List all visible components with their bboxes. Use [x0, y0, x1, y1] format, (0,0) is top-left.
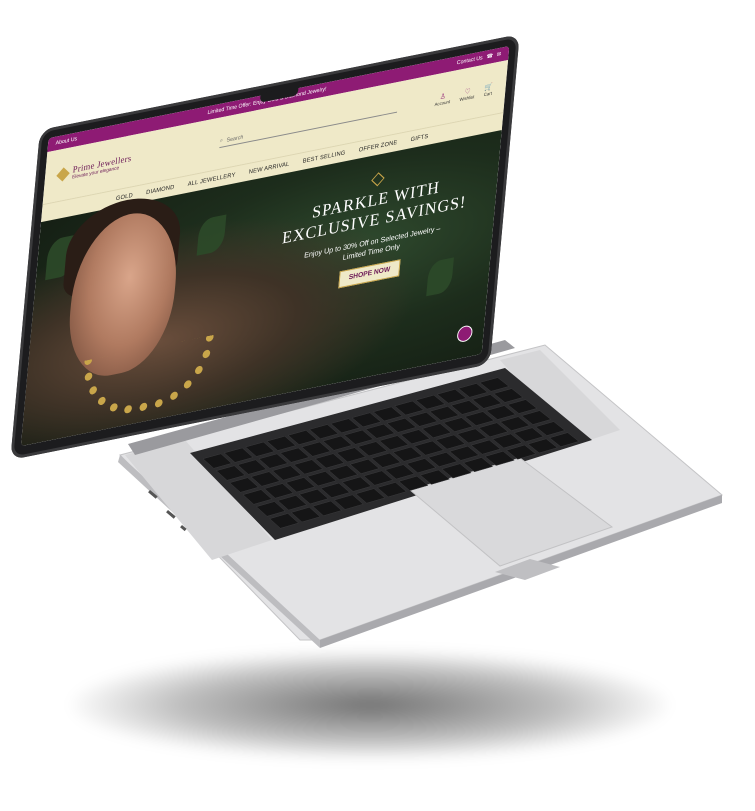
account-label: Account: [434, 98, 451, 107]
diamond-logo-icon: [56, 167, 70, 182]
nav-diamond[interactable]: DIAMOND: [146, 185, 175, 197]
wishlist-label: Wishlist: [459, 93, 475, 102]
search-placeholder: Search: [226, 133, 244, 144]
chat-icon[interactable]: [456, 324, 474, 344]
about-us-link[interactable]: About Us: [55, 136, 77, 146]
nav-gifts[interactable]: GIFTS: [410, 134, 428, 144]
phone-icon[interactable]: ☎: [486, 53, 493, 60]
diamond-ornament-icon: [371, 172, 385, 187]
leaf-decoration: [196, 214, 227, 256]
brand-logo[interactable]: Prime Jewellers Elevate your elegance: [56, 143, 183, 184]
cart-label: Cart: [483, 90, 493, 97]
header-actions: ♙ Account ♡ Wishlist 🛒 Cart: [434, 82, 493, 106]
mail-icon[interactable]: ✉: [496, 51, 501, 58]
cart-button[interactable]: 🛒 Cart: [484, 82, 493, 97]
search-icon: ⌕: [219, 137, 224, 145]
shop-now-button[interactable]: SHOPE NOW: [338, 258, 401, 288]
account-button[interactable]: ♙ Account: [434, 91, 451, 107]
wishlist-button[interactable]: ♡ Wishlist: [459, 86, 475, 102]
